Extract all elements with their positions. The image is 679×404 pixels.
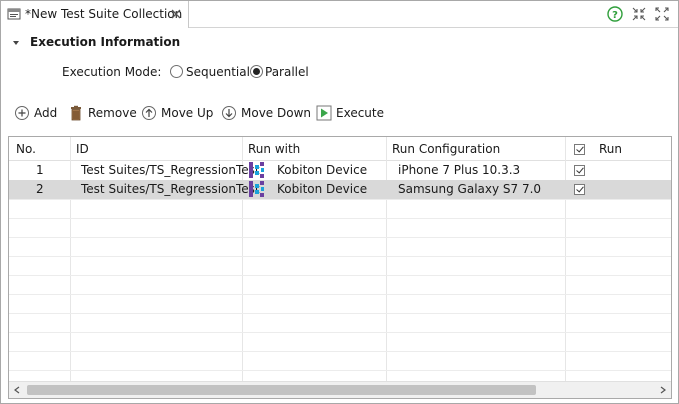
svg-text:?: ? <box>612 10 618 21</box>
play-icon <box>316 105 332 121</box>
cell-run-with: Kobiton Device <box>277 182 368 196</box>
run-checkbox[interactable] <box>574 165 585 176</box>
test-suite-collection-icon <box>7 8 21 20</box>
horizontal-scrollbar[interactable] <box>9 381 671 398</box>
test-suite-collection-editor: *New Test Suite Collection ? Execution I… <box>0 0 679 404</box>
minimize-icon[interactable] <box>631 6 647 22</box>
table-row[interactable]: 1 Test Suites/TS_RegressionTest Kobiton … <box>9 161 671 180</box>
tab-new-test-suite-collection[interactable]: *New Test Suite Collection <box>1 1 189 28</box>
sequential-radio-label[interactable]: Sequential <box>186 65 250 79</box>
table-row[interactable]: 2 Test Suites/TS_RegressionTest Kobiton … <box>9 180 671 199</box>
remove-button[interactable]: Remove <box>68 105 137 123</box>
cell-no: 2 <box>36 182 44 196</box>
cell-run-with: Kobiton Device <box>277 163 368 177</box>
arrow-up-icon <box>142 106 156 120</box>
kobiton-icon <box>249 181 264 197</box>
row-divider <box>9 237 671 238</box>
sequential-radio[interactable] <box>170 65 183 78</box>
execute-label: Execute <box>336 106 384 120</box>
column-header-run-with[interactable]: Run with <box>248 142 300 156</box>
move-up-button[interactable]: Move Up <box>141 105 213 123</box>
triangle-down-icon[interactable] <box>12 39 20 47</box>
scroll-left-icon[interactable] <box>13 386 21 394</box>
test-suite-table[interactable]: No. ID Run with Run Configuration Run 1 … <box>8 136 672 399</box>
execution-mode-label: Execution Mode: <box>62 65 162 79</box>
add-button[interactable]: Add <box>14 105 60 123</box>
scroll-right-icon[interactable] <box>659 386 667 394</box>
column-header-no[interactable]: No. <box>16 142 36 156</box>
column-header-run[interactable]: Run <box>599 142 622 156</box>
column-header-run-configuration[interactable]: Run Configuration <box>392 142 500 156</box>
row-divider <box>9 351 671 352</box>
move-up-label: Move Up <box>161 106 214 120</box>
parallel-radio[interactable] <box>250 65 263 78</box>
tab-title: *New Test Suite Collection <box>25 7 183 21</box>
cell-run-configuration: iPhone 7 Plus 10.3.3 <box>398 163 521 177</box>
execute-button[interactable]: Execute <box>316 105 384 123</box>
move-down-button[interactable]: Move Down <box>221 105 311 123</box>
row-divider <box>9 313 671 314</box>
run-checkbox[interactable] <box>574 184 585 195</box>
row-divider <box>9 332 671 333</box>
column-header-id[interactable]: ID <box>76 142 89 156</box>
row-divider <box>9 199 671 200</box>
help-icon[interactable]: ? <box>607 6 623 22</box>
close-icon[interactable] <box>170 8 182 20</box>
row-divider <box>9 256 671 257</box>
row-divider <box>9 294 671 295</box>
table-header: No. ID Run with Run Configuration Run <box>9 137 671 161</box>
cell-no: 1 <box>36 163 44 177</box>
run-all-checkbox[interactable] <box>574 144 585 155</box>
kobiton-icon <box>249 162 264 178</box>
row-divider <box>9 218 671 219</box>
row-divider <box>9 275 671 276</box>
remove-label: Remove <box>88 106 137 120</box>
section-title: Execution Information <box>30 35 181 49</box>
cell-id: Test Suites/TS_RegressionTest <box>81 163 260 177</box>
scrollbar-thumb[interactable] <box>27 385 536 395</box>
cell-run-configuration: Samsung Galaxy S7 7.0 <box>398 182 542 196</box>
maximize-icon[interactable] <box>654 6 670 22</box>
add-label: Add <box>34 106 58 120</box>
trash-icon <box>71 105 81 121</box>
editor-tab-bar: *New Test Suite Collection ? <box>1 1 678 28</box>
row-divider <box>9 370 671 371</box>
add-icon <box>15 106 29 120</box>
move-down-label: Move Down <box>241 106 311 120</box>
cell-id: Test Suites/TS_RegressionTest <box>81 182 260 196</box>
arrow-down-icon <box>222 106 236 120</box>
parallel-radio-label[interactable]: Parallel <box>265 65 309 79</box>
